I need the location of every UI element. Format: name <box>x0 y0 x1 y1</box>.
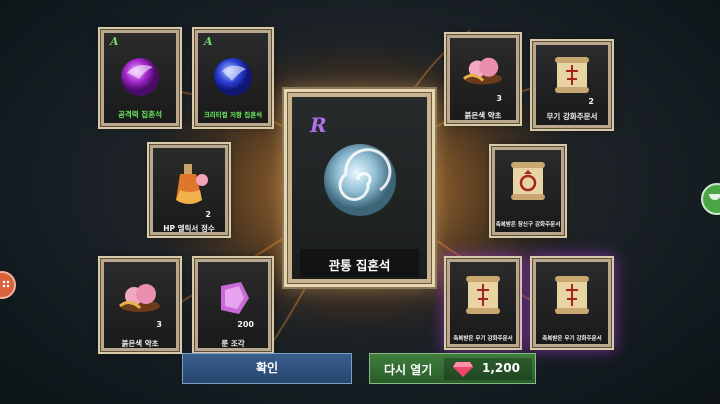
card-crit-resist-soul-stone[interactable]: A 크리티컬 저항 집혼석 <box>195 30 271 126</box>
card-red-herb[interactable]: 3 붉은색 약초 <box>101 259 179 351</box>
card-accessory-scroll[interactable]: 축복받은 장신구 강화주문서 <box>492 147 564 235</box>
featured-reward-card[interactable]: R 관통 집혼석 <box>288 93 431 283</box>
blue-soul-stone-icon <box>214 58 252 96</box>
card-hp-elixir[interactable]: 2 HP 엘릭서 정수 <box>150 145 228 235</box>
card-name: 붉은색 약초 <box>121 339 159 348</box>
card-name: 크리티컬 저항 집혼석 <box>203 111 263 119</box>
featured-item-name: 관통 집혼석 <box>328 258 391 273</box>
chat-icon <box>709 194 720 200</box>
card-name: 축복받은 장신구 강화주문서 <box>495 222 561 228</box>
reopen-cost-value: 1,200 <box>482 361 520 375</box>
rank-label: R <box>310 113 327 137</box>
card-blessed-weapon-scroll[interactable]: 축복받은 무기 강화주문서 <box>447 259 519 347</box>
ruby-gem-icon <box>453 362 473 377</box>
card-rune-piece[interactable]: 200 룬 조각 <box>195 259 271 351</box>
item-quantity: 2 <box>588 97 594 106</box>
reopen-cost: 1,200 <box>444 358 532 380</box>
item-quantity: 200 <box>237 320 254 329</box>
red-herb-icon <box>463 57 502 85</box>
rank-label: A <box>204 35 213 48</box>
reopen-label: 다시 열기 <box>384 363 433 377</box>
ring-scroll-icon <box>511 162 545 200</box>
card-red-herb[interactable]: 3 붉은색 약초 <box>447 35 519 123</box>
reopen-button[interactable]: 다시 열기 1,200 <box>369 353 536 384</box>
card-name: 축복받은 무기 강화주문서 <box>542 336 602 342</box>
card-name: 공격력 집혼석 <box>117 110 162 119</box>
featured-name-bar: 관통 집혼석 <box>300 249 419 277</box>
purple-soul-stone-icon <box>121 58 159 96</box>
item-quantity: 3 <box>496 94 502 103</box>
card-name: 무기 강화주문서 <box>546 112 598 121</box>
card-name: 붉은색 약초 <box>464 111 502 120</box>
rank-label: A <box>110 35 119 48</box>
card-name: 축복받은 무기 강화주문서 <box>453 336 513 342</box>
card-attack-soul-stone[interactable]: A 공격력 집혼석 <box>101 30 179 126</box>
red-herb-icon <box>119 284 160 312</box>
elixir-bottle-icon <box>176 164 208 204</box>
scroll-icon <box>555 57 589 93</box>
menu-dots-icon <box>2 280 10 288</box>
item-quantity: 2 <box>205 210 211 219</box>
swirl-soul-stone-icon <box>324 144 396 216</box>
confirm-button[interactable]: 확인 <box>182 353 352 384</box>
scroll-icon <box>466 276 500 314</box>
rune-stone-icon <box>221 282 249 314</box>
card-name: 룬 조각 <box>221 339 245 348</box>
card-blessed-weapon-scroll[interactable]: 축복받은 무기 강화주문서 <box>533 259 611 347</box>
card-weapon-scroll[interactable]: 2 무기 강화주문서 <box>533 42 611 128</box>
scroll-icon <box>555 276 589 314</box>
item-quantity: 3 <box>156 320 162 329</box>
card-name: HP 엘릭서 정수 <box>163 224 215 233</box>
